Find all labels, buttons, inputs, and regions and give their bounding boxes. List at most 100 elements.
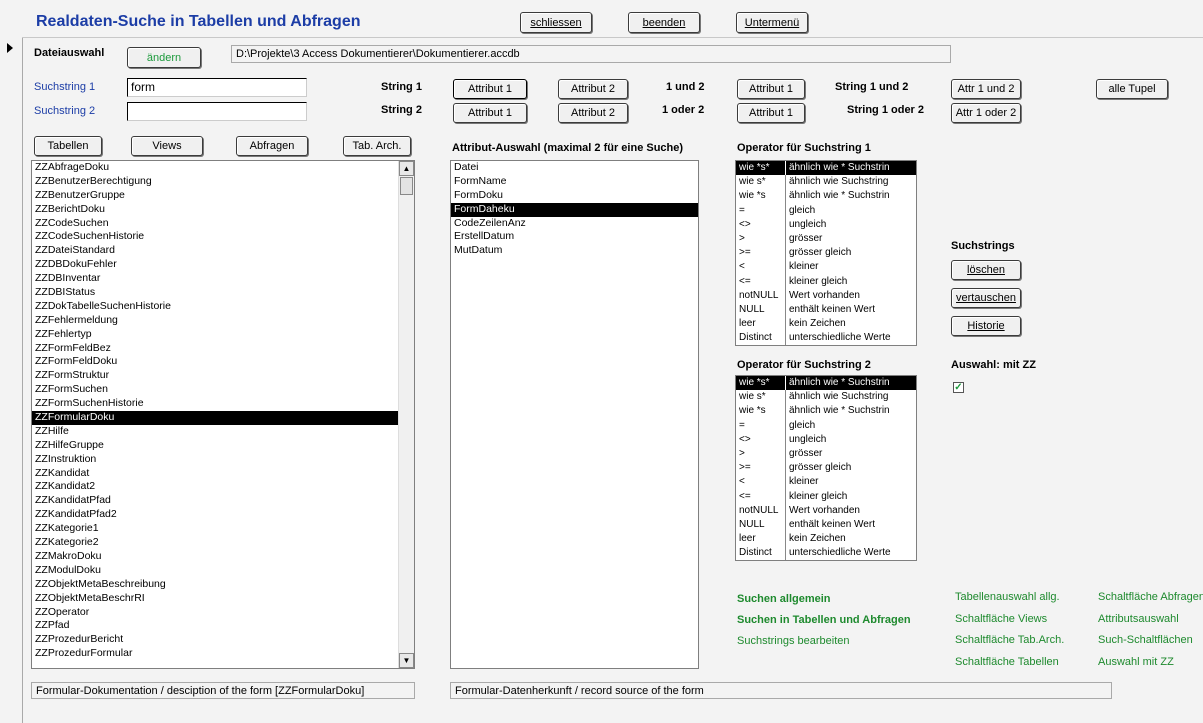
operator-2-row[interactable]: NULL enthält keinen Wert [736,517,916,533]
tab-arch-button[interactable]: Tab. Arch. [343,136,411,156]
attr2-string2-button[interactable]: Attribut 2 [558,103,628,123]
table-list-item[interactable]: ZZProzedurFormular [32,647,414,661]
operator-2-row[interactable]: wie *s* ähnlich wie * Suchstrin [736,376,916,391]
attribute-list-item[interactable]: FormDaheku [451,202,698,217]
table-list-item[interactable]: ZZMakroDoku [32,550,414,564]
submenu-button[interactable]: Untermenü [736,12,808,33]
table-list-item[interactable]: ZZFehlertyp [32,328,414,342]
all-tuples-button[interactable]: alle Tupel [1096,79,1168,99]
operator-2-row[interactable]: = gleich [736,418,916,433]
attribute-list-item[interactable]: ErstellDatum [451,230,698,244]
attribute-list-item[interactable]: FormName [451,175,698,189]
scroll-thumb[interactable] [400,177,413,195]
table-list-item[interactable]: ZZFormStruktur [32,369,414,383]
table-list-item[interactable]: ZZFormFeldBez [32,342,414,356]
operator-1-row[interactable]: > grösser [736,231,916,247]
quit-button[interactable]: beenden [628,12,700,33]
help-attributes-link[interactable]: Such-Schaltflächen [1098,634,1203,656]
table-list-item[interactable]: ZZAbfrageDoku [32,161,414,175]
queries-button[interactable]: Abfragen [236,136,308,156]
operator-2-row[interactable]: >= grösser gleich [736,461,916,476]
operator-1-row[interactable]: leer kein Zeichen [736,317,916,332]
table-list-item[interactable]: ZZKandidat2 [32,480,414,494]
table-list-item[interactable]: ZZBerichtDoku [32,203,414,217]
help-attributes-link[interactable]: Auswahl mit ZZ [1098,656,1203,678]
operator-1-row[interactable]: <> ungleich [736,217,916,232]
table-list-item[interactable]: ZZObjektMetaBeschrRI [32,592,414,606]
zz-checkbox[interactable]: ✓ [953,382,964,393]
table-list-item[interactable]: ZZProzedurBericht [32,633,414,647]
help-buttons-link[interactable]: Schaltfläche Tabellen [955,656,1064,678]
table-list-item[interactable]: ZZDokTabelleSuchenHistorie [32,300,414,314]
operator-1-row[interactable]: Distinct unterschiedliche Werte [736,331,916,345]
operator-1-listbox[interactable]: wie *s* ähnlich wie * Suchstrin wie s* ähnl… [735,160,917,346]
help-buttons-link[interactable]: Schaltfläche Views [955,613,1064,635]
table-list-item[interactable]: ZZFormSuchen [32,383,414,397]
operator-2-row[interactable]: wie *s ähnlich wie * Suchstrin [736,404,916,419]
operator-1-row[interactable]: NULL enthält keinen Wert [736,302,916,318]
operator-2-row[interactable]: > grösser [736,446,916,462]
table-list-item[interactable]: ZZBenutzerGruppe [32,189,414,203]
close-button[interactable]: schliessen [520,12,592,33]
help-general-link[interactable]: Suchstrings bearbeiten [737,635,911,656]
table-list-item[interactable]: ZZKandidatPfad2 [32,508,414,522]
operator-2-row[interactable]: wie s* ähnlich wie Suchstring [736,390,916,405]
attribute-list-item[interactable]: Datei [451,161,698,175]
table-list-item[interactable]: ZZObjektMetaBeschreibung [32,578,414,592]
table-list-item[interactable]: ZZBenutzerBerechtigung [32,175,414,189]
table-list-item[interactable]: ZZCodeSuchen [32,217,414,231]
table-list-item[interactable]: ZZDBInventar [32,272,414,286]
tables-button[interactable]: Tabellen [34,136,102,156]
attr-and-button[interactable]: Attr 1 und 2 [951,79,1021,99]
operator-1-row[interactable]: = gleich [736,203,916,218]
table-list-item[interactable]: ZZInstruktion [32,453,414,467]
attribute-listbox[interactable]: Datei FormName FormDoku FormDaheku CodeZeile… [450,160,699,669]
table-list-item[interactable]: ZZKandidat [32,467,414,481]
attr-or-button[interactable]: Attr 1 oder 2 [951,103,1021,123]
operator-1-row[interactable]: >= grösser gleich [736,246,916,261]
attr1-string2-button[interactable]: Attribut 1 [453,103,527,123]
table-list-item[interactable]: ZZDateiStandard [32,244,414,258]
table-list-scrollbar[interactable]: ▲ ▼ [398,161,414,668]
attr1-and-button[interactable]: Attribut 1 [737,79,805,99]
operator-1-row[interactable]: wie *s* ähnlich wie * Suchstrin [736,161,916,176]
attr1-string1-button[interactable]: Attribut 1 [453,79,527,99]
help-attributes-link[interactable]: Attributsauswahl [1098,613,1203,635]
scroll-up-icon[interactable]: ▲ [399,161,414,176]
table-list-item[interactable]: ZZHilfeGruppe [32,439,414,453]
operator-2-listbox[interactable]: wie *s* ähnlich wie * Suchstrin wie s* ähnl… [735,375,917,561]
help-buttons-link[interactable]: Tabellenauswahl allg. [955,591,1064,613]
attribute-list-item[interactable]: MutDatum [451,244,698,258]
views-button[interactable]: Views [131,136,203,156]
operator-2-row[interactable]: notNULL Wert vorhanden [736,503,916,518]
attr1-or-button[interactable]: Attribut 1 [737,103,805,123]
table-list-item[interactable]: ZZDBDokuFehler [32,258,414,272]
table-list-item[interactable]: ZZModulDoku [32,564,414,578]
history-button[interactable]: Historie [951,316,1021,336]
operator-2-row[interactable]: Distinct unterschiedliche Werte [736,546,916,560]
operator-1-row[interactable]: notNULL Wert vorhanden [736,288,916,303]
table-list-item[interactable]: ZZKandidatPfad [32,494,414,508]
help-general-link[interactable]: Suchen in Tabellen und Abfragen [737,614,911,635]
scroll-down-icon[interactable]: ▼ [399,653,414,668]
table-list-item[interactable]: ZZOperator [32,606,414,620]
table-list-item[interactable]: ZZCodeSuchenHistorie [32,230,414,244]
operator-1-row[interactable]: wie *s ähnlich wie * Suchstrin [736,189,916,204]
help-attributes-link[interactable]: Schaltfläche Abfragen [1098,591,1203,613]
operator-1-row[interactable]: wie s* ähnlich wie Suchstring [736,175,916,190]
operator-2-row[interactable]: < kleiner [736,475,916,490]
operator-2-row[interactable]: <> ungleich [736,432,916,447]
change-file-button[interactable]: ändern [127,47,201,68]
help-general-link[interactable]: Suchen allgemein [737,593,911,614]
table-list-item[interactable]: ZZPfad [32,619,414,633]
help-buttons-link[interactable]: Schaltfläche Tab.Arch. [955,634,1064,656]
table-list-item[interactable]: ZZKategorie2 [32,536,414,550]
table-list-item[interactable]: ZZHilfe [32,425,414,439]
table-listbox[interactable]: ZZAbfrageDoku ZZBenutzerBerechtigung ZZBen… [31,160,415,669]
clear-button[interactable]: löschen [951,260,1021,280]
operator-1-row[interactable]: < kleiner [736,260,916,275]
table-list-item[interactable]: ZZFormularDoku [32,411,414,425]
swap-button[interactable]: vertauschen [951,288,1021,308]
operator-2-row[interactable]: leer kein Zeichen [736,532,916,547]
search-string-1-input[interactable]: form [127,78,307,97]
